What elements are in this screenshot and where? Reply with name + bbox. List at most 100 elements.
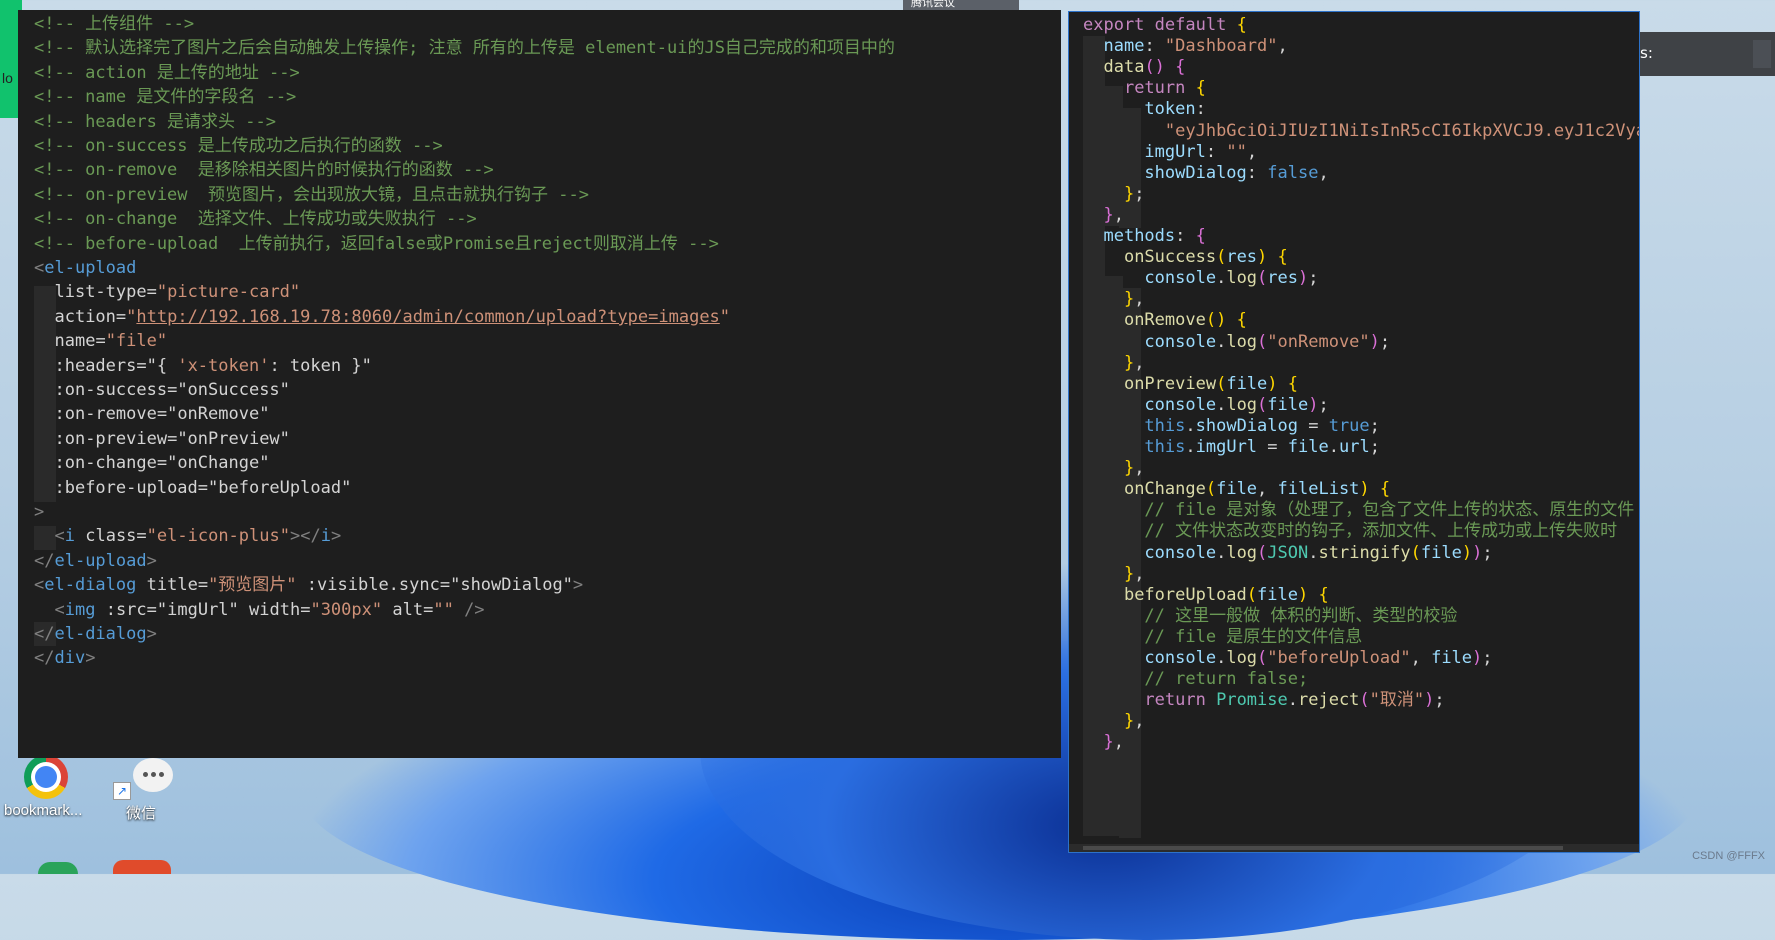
code-token: ; [1134,183,1145,204]
code-token: () [1205,310,1227,331]
code-token: > [572,575,584,596]
code-token: "el-icon-plus" [146,526,290,547]
code-token: ="onChange" [156,453,270,474]
code-token: = [146,282,157,303]
desktop-icon-partial-red[interactable] [113,860,171,874]
code-token: el-dialog [54,624,147,644]
code-token: > [146,624,157,644]
code-token: = [423,599,434,620]
code-token: . [1185,415,1196,436]
code-token: ) [1424,690,1435,711]
desktop-icon-label-wechat[interactable]: 微信 [126,802,156,823]
code-token: true [1328,415,1370,436]
code-token: } [1123,352,1135,373]
code-token: res [1267,268,1299,289]
code-token: . [1216,331,1227,352]
code-token: ) [1267,373,1278,394]
code-token: { [1236,310,1247,331]
code-token: :visible.sync [306,575,440,596]
code-token: } [1123,563,1135,584]
code-token: /> [464,599,485,620]
code-token: ="onSuccess" [167,380,290,400]
code-token: :on-remove [54,404,157,425]
code-token: , [1134,289,1145,310]
template-code-editor[interactable]: <!-- 上传组件 --> <!-- 默认选择完了图片之后会自动触发上传操作; 注… [18,10,1061,758]
code-token: stringify [1318,542,1411,563]
horizontal-scrollbar-thumb[interactable] [1083,846,1563,850]
wechat-icon[interactable] [133,758,173,792]
code-line: list-type="picture-card" [34,280,300,304]
code-token: <!-- on-change 选择文件、上传成功或失败执行 --> [34,209,477,230]
code-token: onRemove [1123,310,1206,331]
code-token: :before-upload [54,477,198,498]
code-token: : [1175,226,1196,246]
code-token: ="showDialog" [439,575,573,596]
meeting-app-label: 腾讯会议 [911,0,955,9]
code-line: <el-upload [34,256,136,280]
chrome-icon[interactable] [24,755,68,799]
desktop-icon-partial[interactable] [38,862,78,874]
code-line: :on-success="onSuccess" [34,378,290,402]
code-token: "" [1226,141,1247,162]
code-token: onSuccess [1123,247,1217,268]
script-code-editor[interactable]: export default { name: "Dashboard", data… [1068,11,1640,853]
code-token: . [1328,437,1339,457]
code-token: console [1144,542,1217,563]
code-token: } [1123,289,1135,310]
code-line: </el-upload> [34,549,157,573]
code-token: ; [1482,648,1493,668]
code-token: { [1195,226,1206,246]
code-token: url [1338,437,1370,457]
code-token: . [1287,690,1298,711]
code-token: " [126,306,137,327]
code-token: file [1216,479,1258,500]
code-token: file [1257,584,1298,605]
code-token: console [1144,331,1217,352]
scroll-handle[interactable] [1753,40,1771,68]
code-token: file [1226,373,1268,394]
code-line: <!-- headers 是请求头 --> [34,110,276,134]
code-token: res [1226,247,1258,268]
watermark: CSDN @FFFX [1692,850,1765,862]
code-token: } [1123,183,1135,204]
code-token: "onRemove" [1267,331,1370,352]
code-token: data [1103,57,1145,78]
shortcut-arrow-icon: ↗ [113,782,131,800]
code-token: , [1257,479,1278,500]
code-token: ( [1246,584,1258,605]
horizontal-scrollbar[interactable] [1069,844,1639,852]
code-token: el-dialog [44,575,137,596]
code-line: <!-- name 是文件的字段名 --> [34,85,296,109]
code-token: ( [1257,648,1268,668]
desktop-icon-label-bookmarks[interactable]: bookmark... [4,802,82,819]
code-token: list-type [54,282,147,303]
code-token: ( [1257,394,1268,415]
code-token: > [330,526,342,547]
code-token: :on-success [54,380,168,400]
code-token: , [1277,36,1288,57]
code-token: token [1144,99,1196,120]
code-token: ) [1257,247,1268,268]
